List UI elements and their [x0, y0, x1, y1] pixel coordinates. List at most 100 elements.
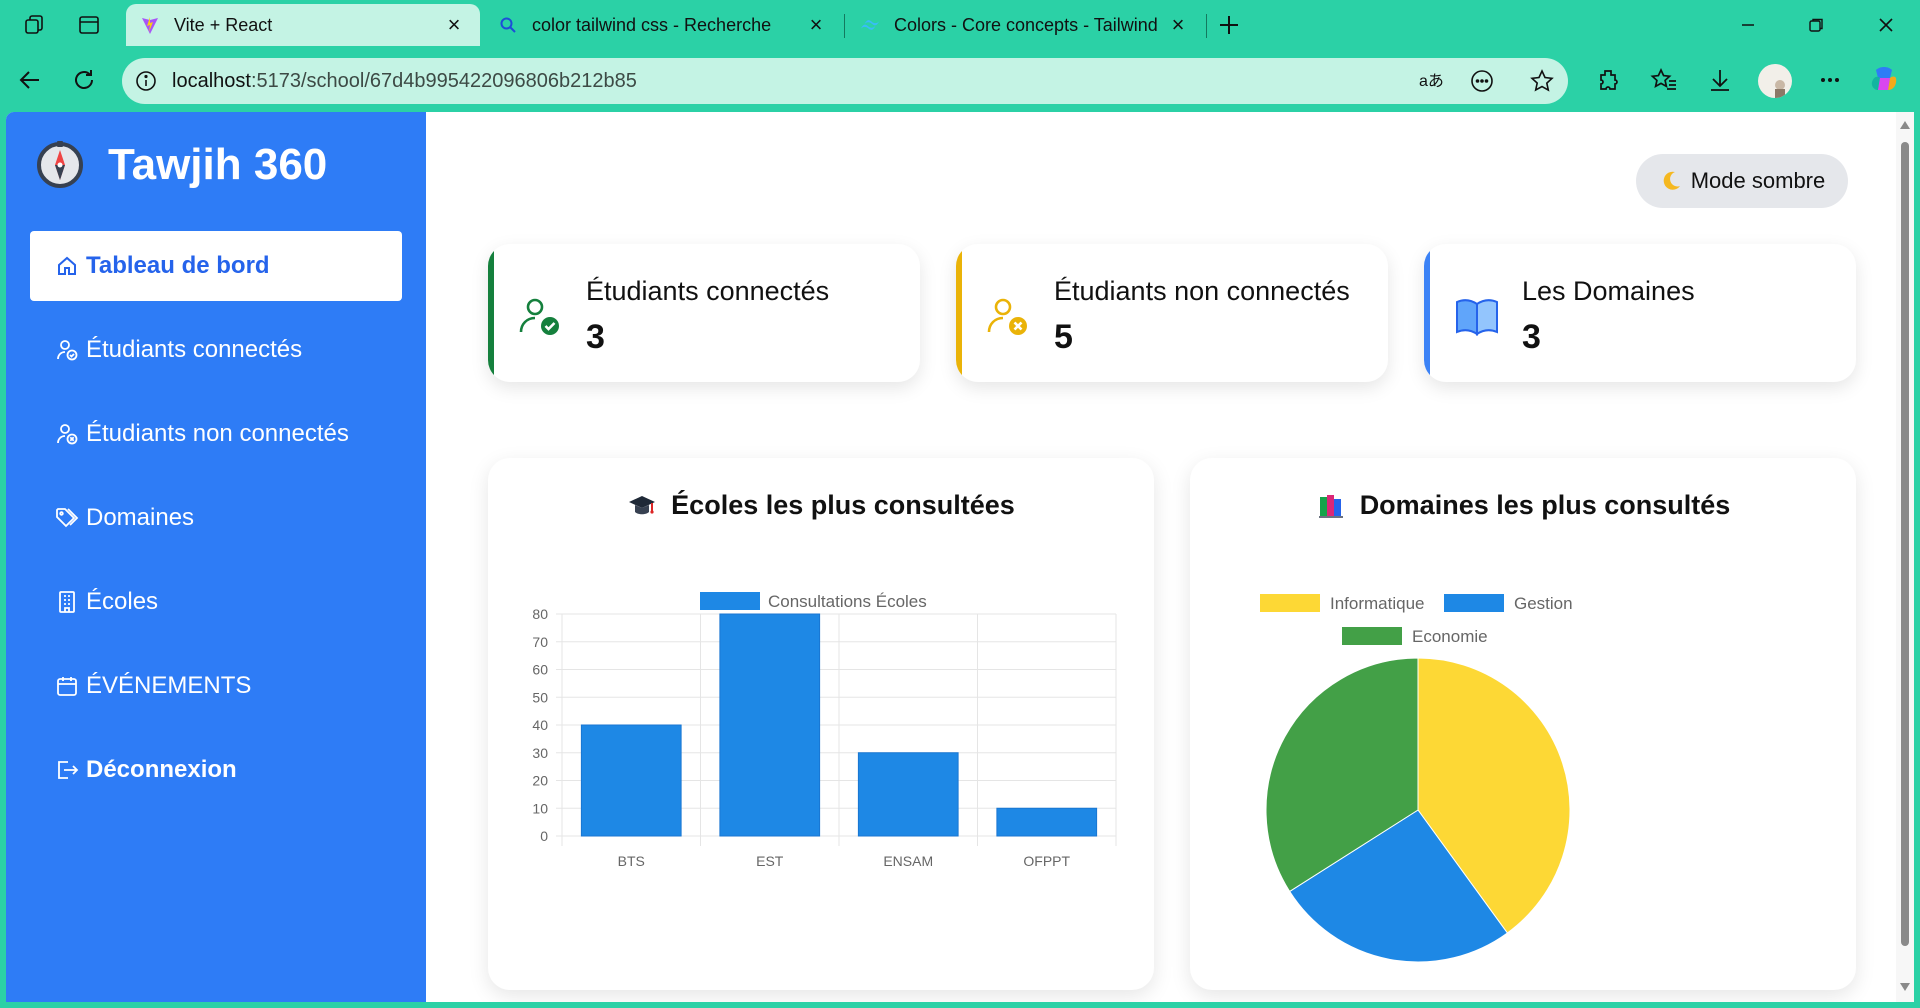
sidebar-item-schools[interactable]: Écoles: [30, 567, 402, 637]
sidebar-item-label: Domaines: [86, 504, 195, 531]
browser-tab-bar: Vite + React × color tailwind css - Rech…: [0, 0, 1920, 50]
compass-icon: [37, 141, 83, 188]
tab-title: color tailwind css - Recherche: [532, 14, 772, 35]
bar: [857, 752, 959, 837]
site-info-icon[interactable]: [132, 67, 160, 95]
scroll-up-icon[interactable]: [1898, 118, 1912, 132]
sidebar-item-label: Déconnexion: [86, 756, 237, 783]
back-icon[interactable]: [12, 62, 48, 98]
pie-chart: Informatique Gestion Economie: [1260, 594, 1573, 963]
tab-title: Vite + React: [174, 14, 273, 35]
legend-swatch: [700, 592, 760, 610]
tab-tailwind-colors[interactable]: Colors - Core concepts - Tailwind ×: [846, 4, 1204, 46]
close-tab-icon[interactable]: ×: [804, 12, 828, 37]
close-window-icon[interactable]: [1866, 8, 1906, 42]
sidebar-item-label: Écoles: [86, 588, 159, 615]
new-tab-icon[interactable]: [1214, 10, 1244, 40]
sidebar-item-events[interactable]: ÉVÉNEMENTS: [30, 651, 402, 721]
stat-value: 5: [1054, 318, 1073, 356]
extensions-icon[interactable]: [1590, 62, 1626, 98]
y-tick-label: 30: [532, 745, 548, 761]
dark-mode-label: Mode sombre: [1690, 168, 1826, 193]
dark-mode-button[interactable]: Mode sombre: [1636, 154, 1848, 208]
y-tick-label: 10: [532, 800, 548, 816]
book-icon: [1456, 299, 1498, 336]
stat-card-domains: Les Domaines 3: [1424, 244, 1856, 382]
brand-name: Tawjih 360: [108, 140, 328, 189]
legend-label: Gestion: [1514, 594, 1573, 613]
y-tick-label: 70: [532, 634, 548, 650]
logout-icon: [54, 757, 80, 783]
scroll-down-icon[interactable]: [1898, 980, 1912, 994]
x-tick-label: BTS: [618, 853, 645, 869]
tab-separator: [1206, 14, 1207, 38]
main-content: Mode sombre Étudiants connectés 3 Étudia…: [426, 112, 1896, 1002]
minimize-icon[interactable]: [1728, 8, 1768, 42]
sidebar-item-label: Étudiants connectés: [86, 336, 303, 363]
y-tick-label: 40: [532, 717, 548, 733]
url-text[interactable]: localhost:5173/school/67d4b995422096806b…: [172, 70, 637, 93]
settings-more-icon[interactable]: [1812, 62, 1848, 98]
stat-card-connected: Étudiants connectés 3: [488, 244, 920, 382]
sidebar-item-logout[interactable]: Déconnexion: [30, 735, 402, 805]
building-icon: [54, 589, 80, 615]
user-x-icon: [54, 421, 80, 447]
copilot-icon[interactable]: [1866, 62, 1902, 98]
stat-value: 3: [586, 318, 605, 356]
tab-separator: [844, 14, 845, 38]
scrollbar-thumb[interactable]: [1901, 142, 1909, 946]
favorite-star-icon[interactable]: [1528, 67, 1556, 95]
sidebar-item-domains[interactable]: Domaines: [30, 483, 402, 553]
refresh-icon[interactable]: [66, 62, 102, 98]
stat-accent: [956, 244, 962, 382]
bar: [580, 724, 682, 837]
sidebar-item-label: Tableau de bord: [86, 252, 270, 279]
downloads-icon[interactable]: [1702, 62, 1738, 98]
stat-title: Les Domaines: [1522, 276, 1695, 306]
sidebar-item-connected-students[interactable]: Étudiants connectés: [30, 315, 402, 385]
calendar-icon: [54, 673, 80, 699]
legend-label: Consultations Écoles: [768, 592, 927, 611]
page-viewport: Tawjih 360 Tableau de bord Étudiants con…: [6, 112, 1914, 1002]
close-tab-icon[interactable]: ×: [442, 12, 466, 37]
stat-title: Étudiants non connectés: [1054, 276, 1350, 306]
translate-icon[interactable]: aあ: [1418, 67, 1446, 95]
bar: [719, 613, 821, 837]
user-check-icon: [519, 298, 559, 335]
y-tick-label: 80: [532, 606, 548, 622]
y-tick-label: 60: [532, 662, 548, 678]
y-tick-label: 50: [532, 689, 548, 705]
legend-label: Informatique: [1330, 594, 1425, 613]
stat-card-unconnected: Étudiants non connectés 5: [956, 244, 1388, 382]
svg-text:aあ: aあ: [1419, 72, 1444, 90]
favorites-icon[interactable]: [1646, 62, 1682, 98]
vertical-scrollbar[interactable]: [1896, 112, 1914, 1002]
sidebar-item-unconnected-students[interactable]: Étudiants non connectés: [30, 399, 402, 469]
more-page-actions-icon[interactable]: [1468, 67, 1496, 95]
schools-chart-card: Écoles les plus consultées Consultations…: [488, 458, 1154, 990]
y-tick-label: 20: [532, 773, 548, 789]
profile-avatar[interactable]: [1758, 64, 1792, 98]
home-icon: [54, 253, 80, 279]
legend-swatch: [1260, 594, 1320, 612]
tab-title: Colors - Core concepts - Tailwind: [894, 14, 1158, 35]
legend-label: Economie: [1412, 627, 1488, 646]
sidebar-item-label: ÉVÉNEMENTS: [86, 672, 252, 699]
stat-accent: [1424, 244, 1430, 382]
url-host: localhost: [172, 70, 251, 92]
close-tab-icon[interactable]: ×: [1166, 12, 1190, 37]
restore-icon[interactable]: [1796, 8, 1836, 42]
tailwind-logo-icon: [860, 15, 880, 35]
x-tick-label: OFPPT: [1023, 853, 1070, 869]
sidebar-item-dashboard[interactable]: Tableau de bord: [30, 231, 402, 301]
tab-actions-icon[interactable]: [74, 10, 104, 40]
tab-vite-react[interactable]: Vite + React ×: [126, 4, 480, 46]
address-bar[interactable]: localhost:5173/school/67d4b995422096806b…: [122, 58, 1568, 104]
y-tick-label: 0: [540, 828, 548, 844]
url-path: :5173/school/67d4b995422096806b212b85: [250, 70, 637, 92]
workspaces-icon[interactable]: [20, 10, 50, 40]
stat-value: 3: [1522, 318, 1541, 356]
x-tick-label: ENSAM: [883, 853, 933, 869]
tags-icon: [54, 505, 80, 531]
tab-recherche[interactable]: color tailwind css - Recherche ×: [484, 4, 842, 46]
